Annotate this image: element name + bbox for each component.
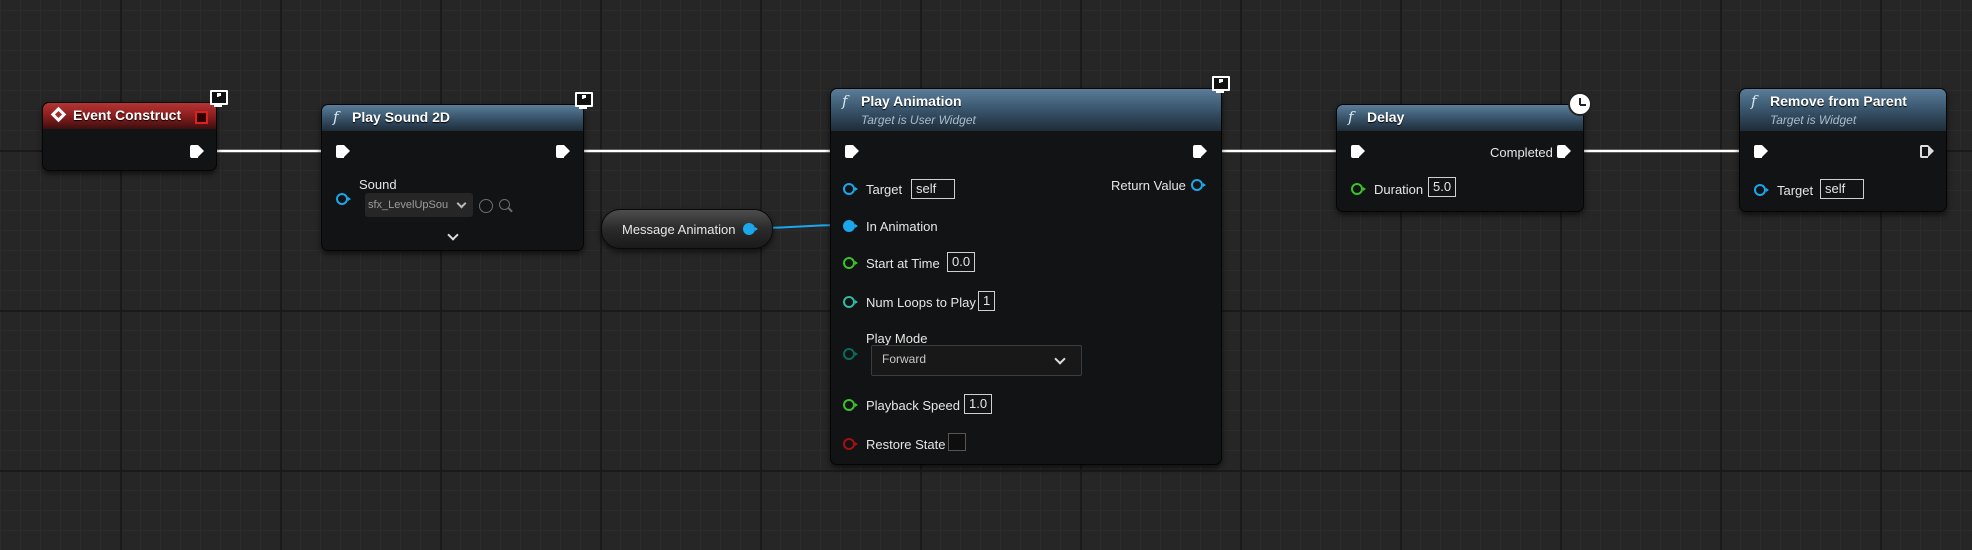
play-mode-pin[interactable] (843, 348, 858, 360)
monitor-icon (208, 90, 228, 108)
play-sound-2d-node[interactable]: f Play Sound 2D Sound sfx_LevelUpSou (321, 104, 584, 251)
remove-from-parent-header: f Remove from Parent Target is Widget (1740, 89, 1946, 131)
restore-state-checkbox[interactable] (948, 433, 966, 451)
sound-asset-dropdown[interactable]: sfx_LevelUpSou (365, 193, 473, 217)
play-mode-dropdown[interactable]: Forward (871, 345, 1082, 376)
expand-advanced-chevron-icon[interactable] (447, 229, 459, 241)
event-diamond-icon (50, 106, 67, 123)
num-loops-pin[interactable] (843, 296, 858, 308)
start-at-time-value[interactable]: 0.0 (947, 252, 976, 272)
remove-from-parent-node[interactable]: f Remove from Parent Target is Widget Ta… (1739, 88, 1947, 212)
event-construct-node[interactable]: Event Construct (42, 102, 217, 171)
play-mode-value: Forward (882, 352, 927, 366)
sound-pin[interactable] (336, 193, 351, 205)
target-value[interactable]: self (911, 179, 955, 199)
delay-title: Delay (1367, 109, 1405, 125)
start-at-time-pin[interactable] (843, 257, 858, 269)
num-loops-value[interactable]: 1 (978, 291, 996, 311)
message-animation-out-pin[interactable] (743, 223, 758, 235)
target-value[interactable]: self (1820, 179, 1864, 199)
duration-label: Duration (1374, 182, 1424, 197)
f-function-icon: f (1348, 108, 1354, 126)
duration-pin[interactable] (1351, 183, 1366, 195)
search-icon-handle (508, 207, 513, 213)
event-construct-title: Event Construct (73, 107, 182, 123)
restore-state-label: Restore State (866, 437, 946, 452)
duration-value[interactable]: 5.0 (1428, 177, 1457, 197)
delay-node[interactable]: f Delay Completed Duration 5.0 (1336, 104, 1584, 212)
restore-state-pin[interactable] (843, 438, 858, 450)
play-mode-label: Play Mode (866, 331, 928, 346)
f-function-icon: f (842, 92, 848, 110)
f-function-icon: f (333, 108, 339, 126)
playback-speed-pin[interactable] (843, 399, 858, 411)
target-pin[interactable] (1754, 184, 1769, 196)
delay-header: f Delay (1337, 105, 1583, 131)
event-construct-header: Event Construct (43, 103, 216, 129)
event-delegate-pin[interactable] (195, 111, 208, 124)
play-animation-subtitle: Target is User Widget (861, 113, 976, 127)
sound-asset-value: sfx_LevelUpSou (368, 199, 449, 211)
target-label: Target (866, 182, 903, 197)
playback-speed-value[interactable]: 1.0 (964, 394, 993, 414)
remove-from-parent-title: Remove from Parent (1770, 93, 1907, 109)
in-animation-label: In Animation (866, 219, 938, 234)
clock-icon (1568, 92, 1592, 116)
completed-label: Completed (1490, 145, 1553, 160)
return-value-pin[interactable] (1191, 179, 1206, 191)
play-animation-title: Play Animation (861, 93, 962, 109)
play-animation-node[interactable]: f Play Animation Target is User Widget T… (830, 88, 1222, 465)
use-selected-asset-icon[interactable] (479, 199, 493, 213)
play-sound-2d-header: f Play Sound 2D (322, 105, 583, 131)
target-label: Target (1777, 183, 1814, 198)
play-sound-2d-title: Play Sound 2D (352, 109, 451, 125)
playback-speed-label: Playback Speed (866, 398, 960, 413)
chevron-down-icon (456, 198, 467, 209)
message-animation-variable-node[interactable]: Message Animation (601, 209, 773, 249)
return-value-label: Return Value (1111, 178, 1186, 193)
num-loops-label: Num Loops to Play (866, 295, 976, 310)
message-animation-label: Message Animation (622, 222, 736, 237)
start-at-time-label: Start at Time (866, 256, 940, 271)
f-function-icon: f (1751, 92, 1757, 110)
monitor-icon (573, 92, 593, 110)
remove-from-parent-subtitle: Target is Widget (1770, 113, 1857, 127)
play-animation-header: f Play Animation Target is User Widget (831, 89, 1221, 131)
sound-label: Sound (359, 177, 397, 192)
monitor-icon (1210, 76, 1230, 94)
chevron-down-icon (1054, 353, 1066, 365)
in-animation-pin[interactable] (843, 220, 858, 232)
target-pin[interactable] (843, 183, 858, 195)
